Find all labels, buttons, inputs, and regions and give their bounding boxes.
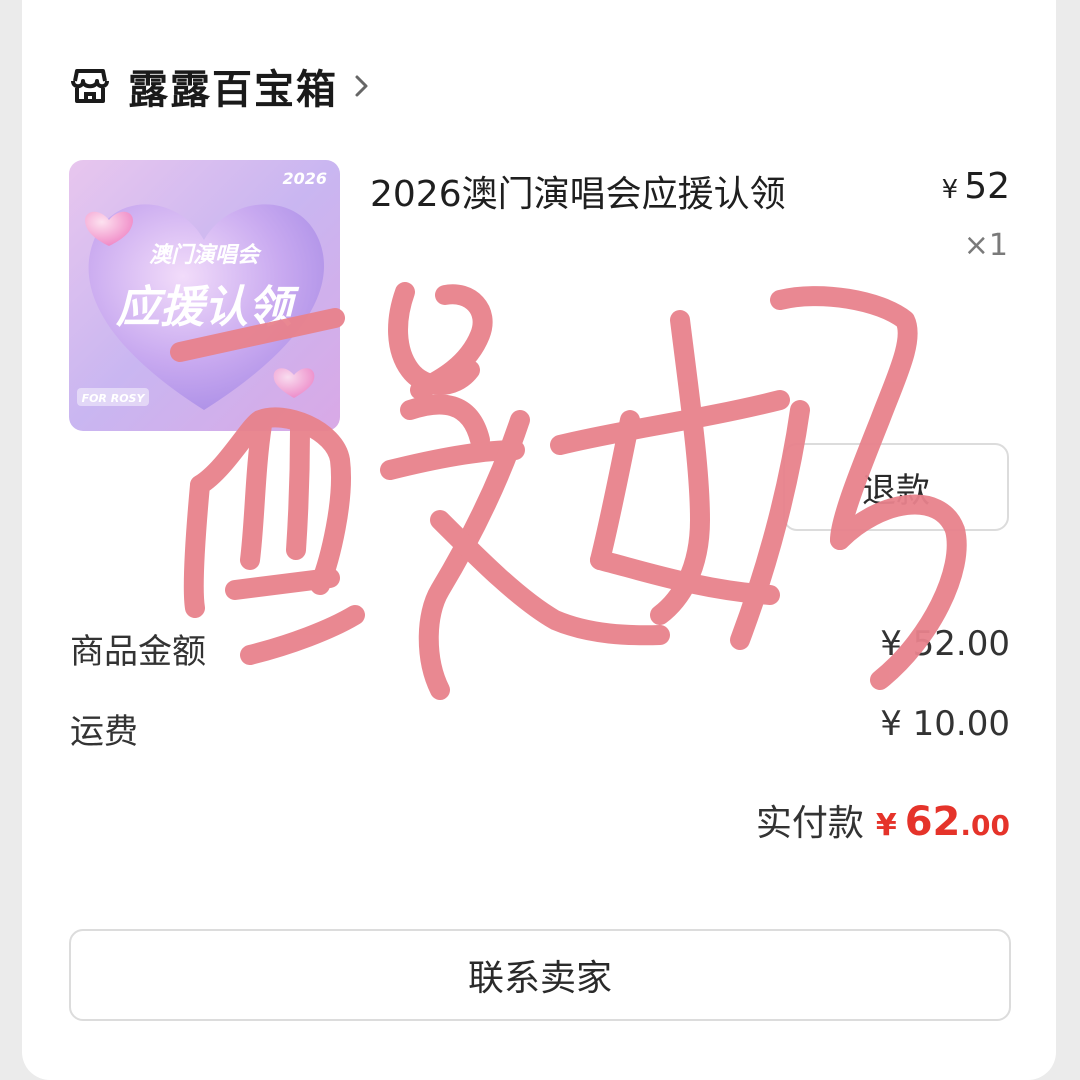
product-image[interactable]: 2026 澳门演唱会 应援认领 FOR ROSY — [69, 160, 340, 431]
paid-integer: 62 — [904, 799, 961, 845]
chevron-right-icon — [355, 75, 368, 97]
shop-header[interactable]: 露露百宝箱 — [68, 57, 372, 115]
items-amount-value: ¥ 52.00 — [880, 624, 1010, 664]
image-year: 2026 — [282, 169, 327, 188]
product-title[interactable]: 2026澳门演唱会应援认领 — [370, 165, 786, 217]
paid-currency: ¥ — [875, 808, 897, 843]
price-value: 52 — [964, 166, 1010, 207]
shipping-value: ¥ 10.00 — [880, 704, 1010, 744]
refund-button[interactable]: 退款 — [783, 443, 1009, 531]
paid-amount: 实付款 ¥ 62 .00 — [756, 794, 1010, 846]
shipping-label: 运费 — [70, 712, 138, 752]
product-price: ¥52 — [942, 166, 1010, 207]
store-icon — [71, 69, 109, 103]
items-amount-label: 商品金额 — [70, 632, 206, 672]
shop-name[interactable]: 露露百宝箱 — [128, 57, 338, 115]
image-tag: FOR ROSY — [82, 392, 146, 405]
product-quantity: ×1 — [963, 228, 1008, 263]
contact-seller-button[interactable]: 联系卖家 — [69, 929, 1011, 1021]
image-main-text: 应援认领 — [115, 282, 300, 333]
price-currency: ¥ — [941, 175, 959, 205]
paid-label: 实付款 — [755, 803, 864, 844]
image-subtitle: 澳门演唱会 — [149, 242, 262, 268]
paid-decimal: .00 — [960, 809, 1010, 842]
